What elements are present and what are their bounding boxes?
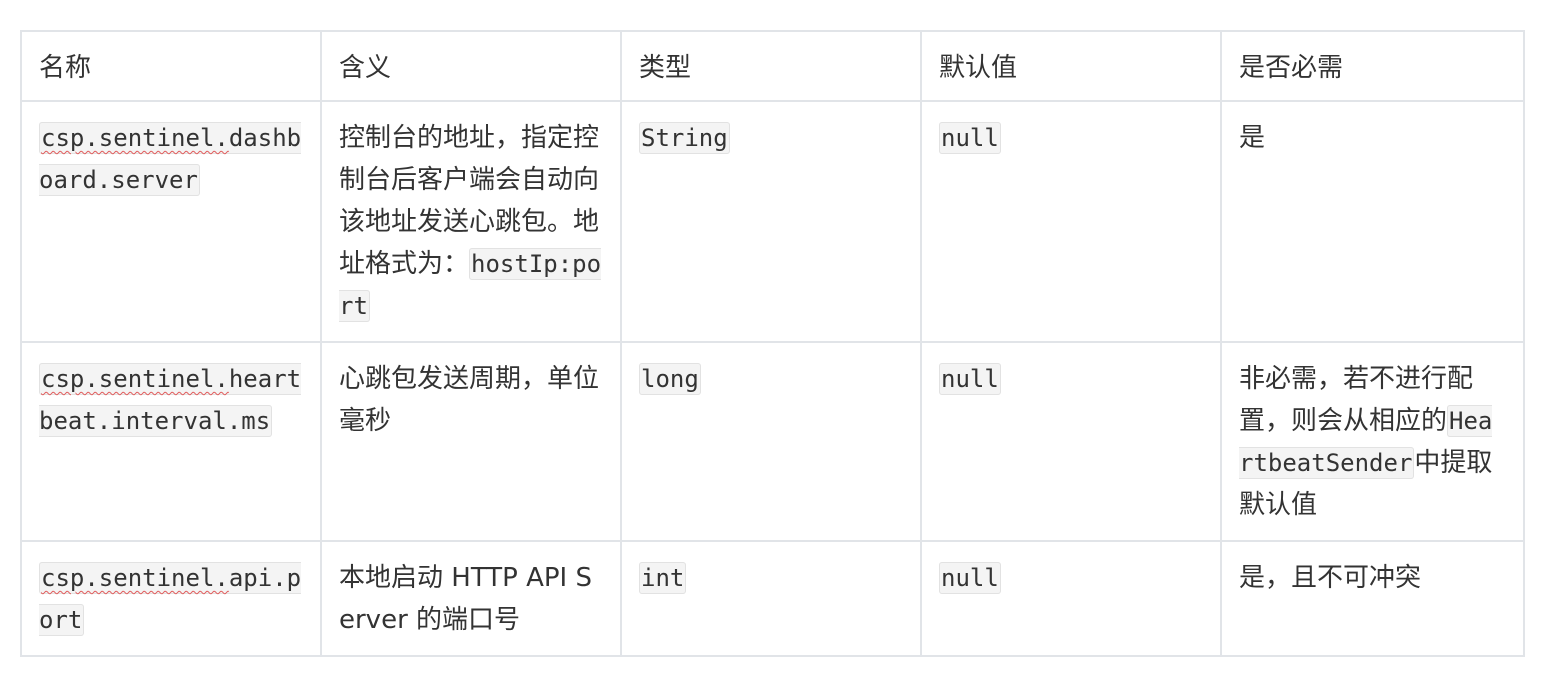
- table-row: csp.sentinel.dashboard.server 控制台的地址，指定控…: [20, 100, 1525, 343]
- table-row: csp.sentinel.api.port 本地启动 HTTP API Serv…: [20, 540, 1525, 657]
- property-name-code: csp.sentinel.heartbeat.interval.ms: [39, 363, 302, 437]
- table-row: csp.sentinel.heartbeat.interval.ms 心跳包发送…: [20, 341, 1525, 542]
- config-table-container: 名称 含义 类型 默认值 是否必需 csp.sentinel.dashboard…: [20, 30, 1525, 657]
- cell-required: 是: [1220, 100, 1525, 343]
- property-name-code: csp.sentinel.dashboard.server: [39, 122, 302, 196]
- spellcheck-flagged-text: csp.sentinel.: [41, 365, 229, 393]
- default-code: null: [939, 122, 1001, 154]
- cell-default: null: [920, 100, 1222, 343]
- meaning-text: 本地启动 HTTP API Server 的端口号: [339, 563, 592, 635]
- default-code: null: [939, 363, 1001, 395]
- cell-type: String: [620, 100, 922, 343]
- cell-meaning: 心跳包发送周期，单位毫秒: [320, 341, 622, 542]
- required-text: 是: [1239, 123, 1266, 153]
- spellcheck-flagged-text: csp.sentinel.: [41, 124, 229, 152]
- header-meaning: 含义: [320, 30, 622, 102]
- config-table: 名称 含义 类型 默认值 是否必需 csp.sentinel.dashboard…: [20, 30, 1525, 657]
- cell-required: 非必需，若不进行配置，则会从相应的HeartbeatSender中提取默认值: [1220, 341, 1525, 542]
- meaning-text: 心跳包发送周期，单位毫秒: [339, 364, 600, 436]
- default-code: null: [939, 562, 1001, 594]
- required-text: 非必需，若不进行配置，则会从相应的: [1239, 364, 1474, 436]
- table-header-row: 名称 含义 类型 默认值 是否必需: [20, 30, 1525, 102]
- cell-type: int: [620, 540, 922, 657]
- header-required: 是否必需: [1220, 30, 1525, 102]
- cell-name: csp.sentinel.dashboard.server: [20, 100, 322, 343]
- spellcheck-flagged-text: csp.sentinel.: [41, 564, 229, 592]
- type-code: int: [639, 562, 687, 594]
- type-code: String: [639, 122, 730, 154]
- cell-name: csp.sentinel.api.port: [20, 540, 322, 657]
- cell-type: long: [620, 341, 922, 542]
- cell-required: 是，且不可冲突: [1220, 540, 1525, 657]
- cell-meaning: 本地启动 HTTP API Server 的端口号: [320, 540, 622, 657]
- header-default: 默认值: [920, 30, 1222, 102]
- cell-default: null: [920, 540, 1222, 657]
- property-name-code: csp.sentinel.api.port: [39, 562, 302, 636]
- type-code: long: [639, 363, 701, 395]
- cell-name: csp.sentinel.heartbeat.interval.ms: [20, 341, 322, 542]
- header-name: 名称: [20, 30, 322, 102]
- cell-meaning: 控制台的地址，指定控制台后客户端会自动向该地址发送心跳包。地址格式为：hostI…: [320, 100, 622, 343]
- cell-default: null: [920, 341, 1222, 542]
- required-text: 是，且不可冲突: [1239, 563, 1422, 593]
- header-type: 类型: [620, 30, 922, 102]
